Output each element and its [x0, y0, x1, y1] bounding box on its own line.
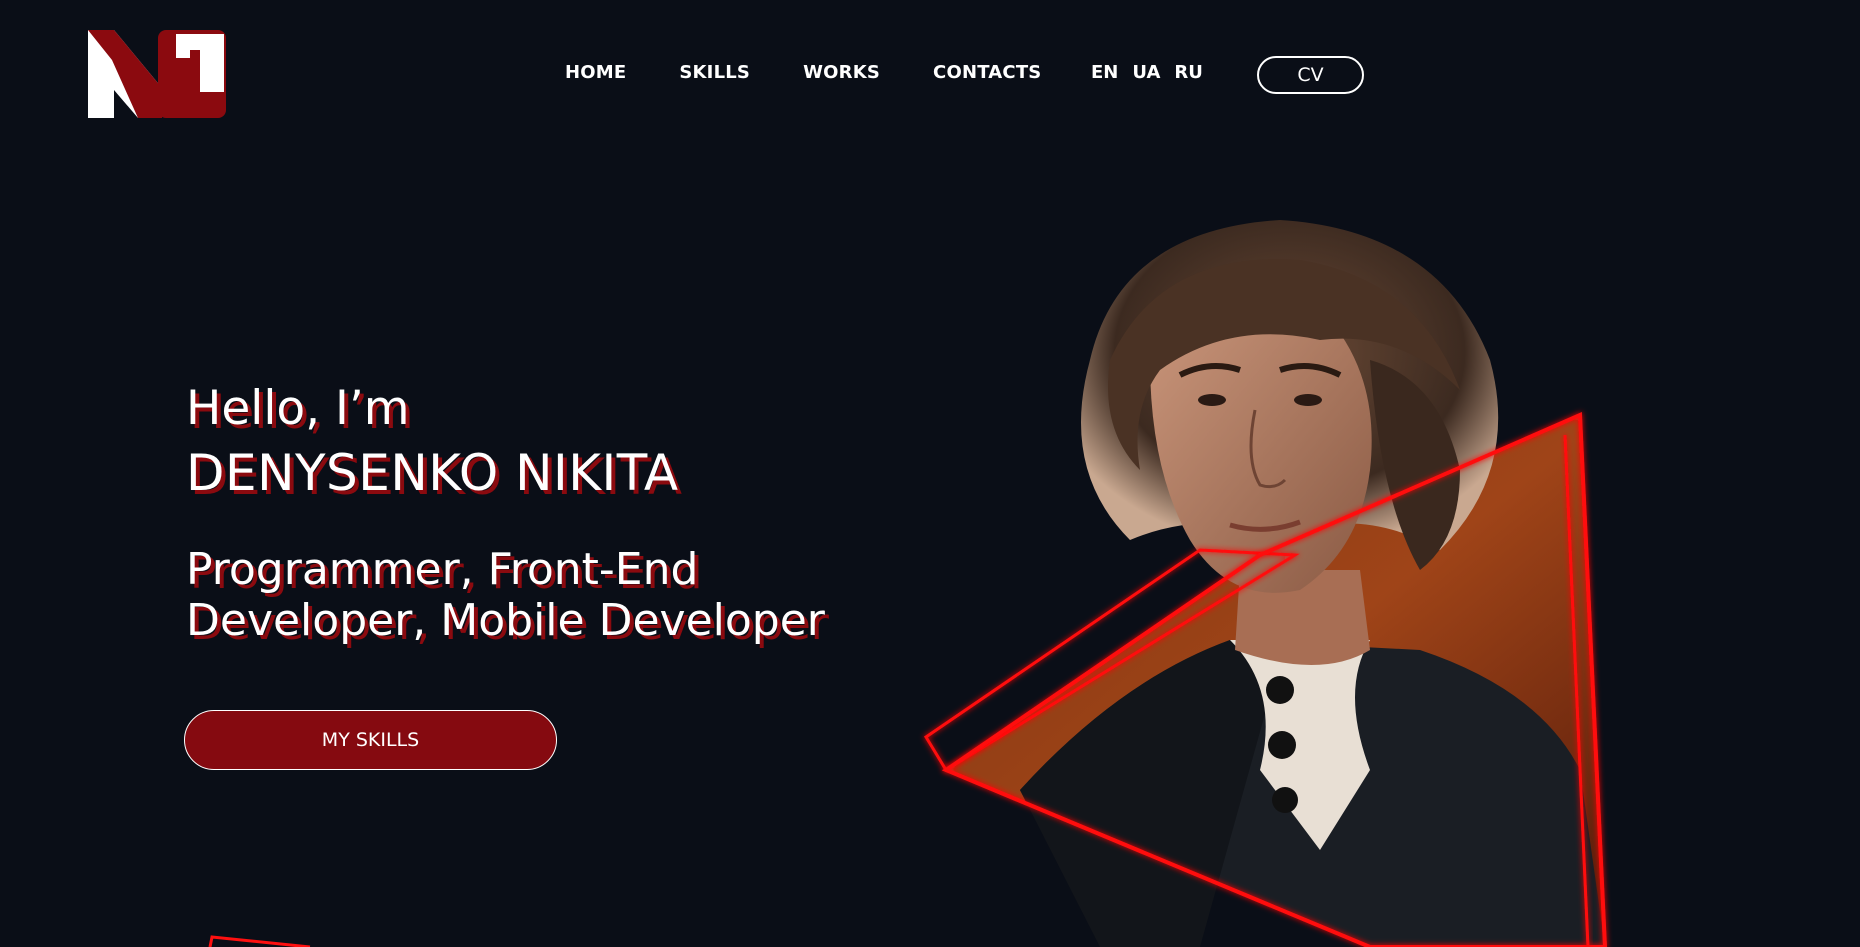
portrait-illustration	[923, 220, 1608, 947]
logo-mark-icon	[88, 30, 226, 118]
hero-name: DENYSENKO NIKITA	[186, 444, 679, 502]
lang-ru[interactable]: RU	[1174, 62, 1202, 83]
lang-en[interactable]: EN	[1091, 62, 1118, 83]
hero-greeting: Hello, I’m	[186, 381, 410, 436]
hero-intro: Hello, I’m DENYSENKO NIKITA Programmer, …	[186, 380, 906, 646]
main-nav: HOME SKILLS WORKS CONTACTS	[565, 62, 1041, 83]
nav-home[interactable]: HOME	[565, 62, 626, 83]
hero-portrait	[900, 210, 1660, 947]
bottom-triangle-decoration	[200, 930, 320, 947]
portfolio-page: HOME SKILLS WORKS CONTACTS EN UA RU CV H…	[0, 0, 1860, 947]
nav-works[interactable]: WORKS	[803, 62, 880, 83]
cv-button[interactable]: CV	[1257, 56, 1364, 94]
nav-skills[interactable]: SKILLS	[679, 62, 750, 83]
lang-ua[interactable]: UA	[1132, 62, 1160, 83]
nav-contacts[interactable]: CONTACTS	[933, 62, 1041, 83]
my-skills-button[interactable]: MY SKILLS	[184, 710, 557, 770]
language-switcher: EN UA RU	[1091, 62, 1217, 83]
hero-role: Programmer, Front-End Developer, Mobile …	[186, 544, 825, 646]
site-logo[interactable]	[88, 30, 226, 118]
